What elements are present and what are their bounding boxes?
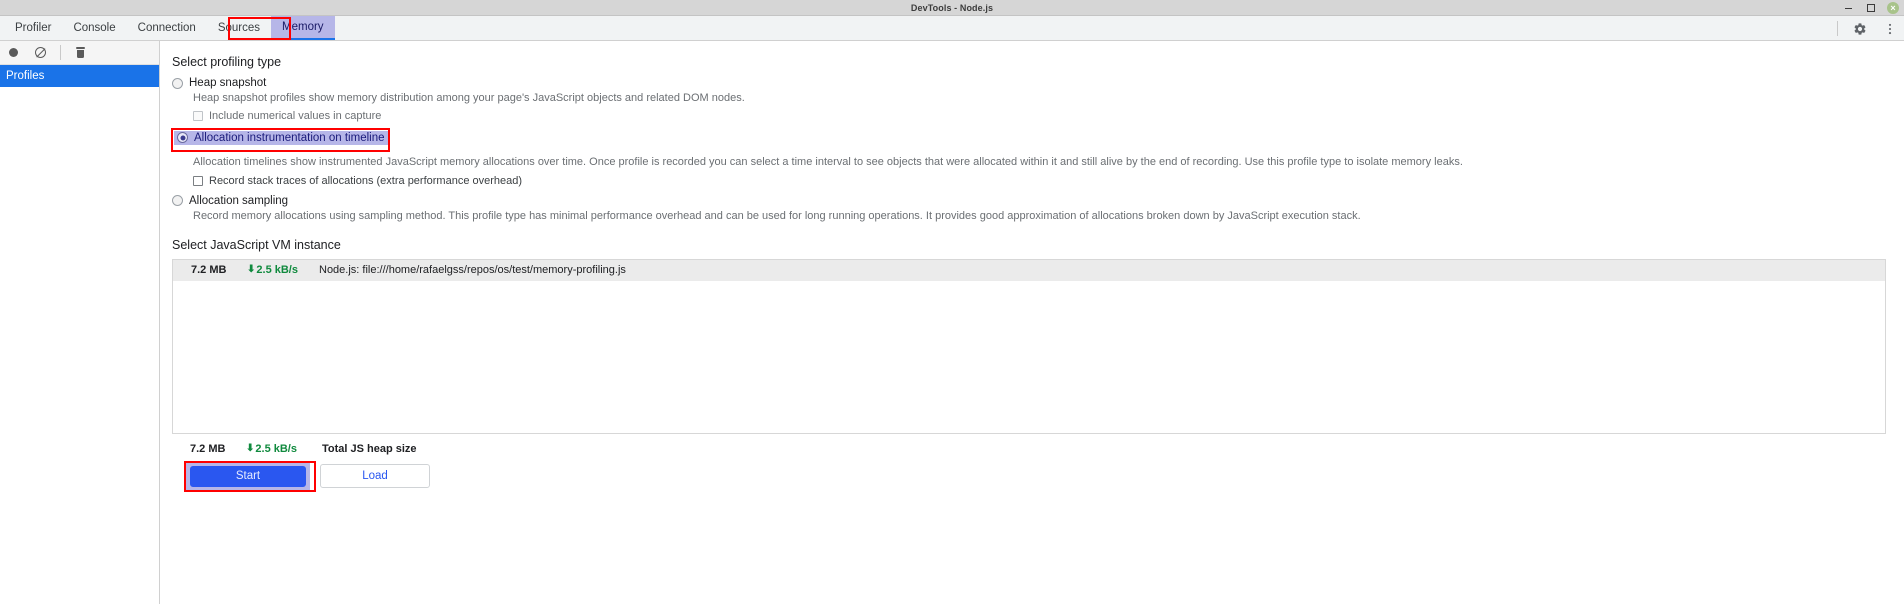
tab-connection[interactable]: Connection [127, 16, 207, 40]
radio-allocation-sampling[interactable] [172, 195, 183, 207]
checkbox-row-include-numerical-values[interactable]: Include numerical values in capture [193, 110, 1886, 122]
window-controls: × [1843, 0, 1899, 16]
trash-icon[interactable] [73, 45, 88, 60]
tab-console[interactable]: Console [62, 16, 126, 40]
radio-allocation-instrumentation[interactable] [177, 132, 188, 144]
sidebar-item-label: Profiles [6, 70, 45, 82]
option-heap-snapshot[interactable]: Heap snapshot [172, 77, 1886, 89]
tab-label: Console [73, 22, 116, 34]
record-circle-icon[interactable] [6, 45, 21, 60]
arrow-down-icon: ⬇ [246, 442, 255, 454]
vm-instance-path: Node.js: file:///home/rafaelgss/repos/os… [319, 264, 626, 277]
vm-instance-row[interactable]: 7.2 MB ⬇ 2.5 kB/s Node.js: file:///home/… [173, 259, 1885, 281]
vm-alloc-rate: ⬇ 2.5 kB/s [247, 264, 319, 276]
tab-profiler[interactable]: Profiler [4, 16, 62, 40]
start-button[interactable]: Start [190, 465, 306, 487]
option-label: Allocation sampling [189, 194, 289, 207]
checkbox-row-record-stack-traces[interactable]: Record stack traces of allocations (extr… [193, 175, 1886, 187]
vm-instance-heading: Select JavaScript VM instance [172, 237, 341, 252]
minimize-button[interactable] [1843, 3, 1854, 14]
devtools-body: Profiles Select profiling type Heap snap… [0, 41, 1904, 604]
load-button[interactable]: Load [320, 464, 430, 489]
tab-label: Profiler [15, 22, 52, 34]
total-alloc-rate-value: 2.5 kB/s [255, 442, 297, 455]
tab-memory[interactable]: Memory [271, 16, 335, 40]
checkbox-record-stack-traces[interactable] [193, 175, 203, 186]
window-titlebar: DevTools - Node.js × [0, 0, 1904, 16]
no-entry-icon[interactable] [33, 45, 48, 60]
profiling-type-heading: Select profiling type [172, 55, 282, 69]
sidebar-toolbar [0, 41, 159, 65]
radio-heap-snapshot[interactable] [172, 77, 183, 89]
option-label: Heap snapshot [189, 77, 267, 89]
option-allocation-instrumentation-description: Allocation timelines show instrumented J… [193, 155, 1463, 168]
memory-panel: Select profiling type Heap snapshot Heap… [160, 41, 1904, 604]
totals-label: Total JS heap size [322, 442, 417, 455]
checkbox-label: Record stack traces of allocations (extr… [209, 174, 523, 187]
sidebar-toolbar-divider [60, 45, 61, 60]
totals-row: 7.2 MB ⬇ 2.5 kB/s Total JS heap size [190, 443, 1886, 455]
tab-label: Connection [137, 22, 196, 34]
maximize-button[interactable] [1865, 3, 1876, 14]
option-heap-snapshot-description: Heap snapshot profiles show memory distr… [193, 92, 745, 104]
kebab-menu-icon[interactable] [1882, 21, 1898, 37]
option-allocation-sampling-description: Record memory allocations using sampling… [193, 209, 1361, 222]
total-heap-size: 7.2 MB [190, 442, 226, 455]
tabbar-actions [1837, 16, 1898, 41]
close-button[interactable]: × [1887, 2, 1899, 14]
total-alloc-rate: ⬇ 2.5 kB/s [246, 443, 322, 455]
toolbar-divider [1837, 21, 1838, 36]
option-allocation-sampling[interactable]: Allocation sampling [172, 195, 1886, 207]
tab-sources[interactable]: Sources [207, 16, 271, 40]
arrow-down-icon: ⬇ [247, 264, 256, 276]
vm-heap-size: 7.2 MB [191, 264, 227, 277]
sidebar-item-profiles[interactable]: Profiles [0, 65, 159, 87]
checkbox-label: Include numerical values in capture [209, 109, 382, 122]
start-button-wrapper: Start [186, 462, 310, 490]
tab-label: Memory [282, 21, 324, 33]
vm-instance-list: 7.2 MB ⬇ 2.5 kB/s Node.js: file:///home/… [172, 258, 1886, 434]
window-title: DevTools - Node.js [910, 2, 994, 13]
action-buttons: Start Load [184, 460, 1886, 492]
checkbox-include-numerical-values[interactable] [193, 110, 203, 121]
vm-alloc-rate-value: 2.5 kB/s [256, 264, 298, 277]
option-label: Allocation instrumentation on timeline [194, 131, 385, 144]
devtools-tabbar: Profiler Console Connection Sources Memo… [0, 16, 1904, 41]
sidebar: Profiles [0, 41, 160, 604]
gear-icon[interactable] [1852, 21, 1868, 37]
option-allocation-instrumentation[interactable]: Allocation instrumentation on timeline [174, 130, 390, 145]
tab-label: Sources [217, 22, 261, 34]
tab-list: Profiler Console Connection Sources Memo… [0, 16, 335, 40]
